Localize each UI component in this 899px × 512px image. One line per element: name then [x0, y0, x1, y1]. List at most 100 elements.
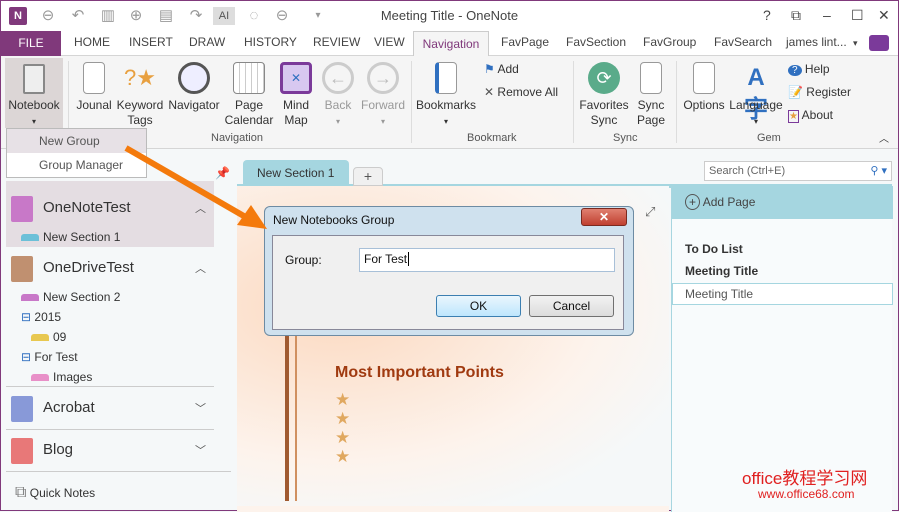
- tab-favpage[interactable]: FavPage: [501, 35, 549, 49]
- tab-draw[interactable]: DRAW: [189, 35, 225, 49]
- tab-favsearch[interactable]: FavSearch: [714, 35, 772, 49]
- group-label-navigation: Navigation: [211, 132, 263, 144]
- close-button[interactable]: ✕: [878, 7, 890, 24]
- chevron-up-icon[interactable]: ︿: [195, 260, 206, 276]
- keyword-tags-button[interactable]: ?★ Keyword Tags: [115, 62, 165, 128]
- help-gem-button[interactable]: ? Help: [788, 62, 830, 76]
- group-label-gem: Gem: [757, 132, 781, 144]
- tab-history[interactable]: HISTORY: [244, 35, 297, 49]
- notebook-label: Blog: [43, 441, 74, 458]
- page-calendar-button[interactable]: Page Calendar: [223, 62, 275, 128]
- remove-all-button[interactable]: ✕ Remove All: [484, 85, 558, 99]
- section-tab-new-section-1[interactable]: New Section 1: [243, 160, 349, 186]
- menu-item-new-group[interactable]: New Group: [7, 129, 146, 153]
- section-new-section-2[interactable]: New Section 2: [21, 290, 120, 304]
- mind-map-button[interactable]: ✕ Mind Map: [277, 62, 315, 128]
- section-label: Images: [53, 370, 93, 384]
- cancel-button[interactable]: Cancel: [529, 295, 614, 317]
- plus-icon: +: [685, 194, 701, 210]
- help-button[interactable]: ?: [763, 7, 771, 23]
- minimize-button[interactable]: –: [823, 7, 831, 23]
- sync-page-label-2: Page: [636, 113, 666, 127]
- notebook-blog[interactable]: Blog ﹀: [6, 430, 214, 470]
- section-label: New Section 2: [43, 290, 121, 304]
- expand-icon[interactable]: ⤢: [645, 204, 655, 220]
- chevron-down-icon[interactable]: ﹀: [195, 442, 206, 458]
- user-account[interactable]: james lint...: [786, 35, 847, 49]
- language-button[interactable]: A字 Language ▾: [729, 62, 783, 129]
- tab-favgroup[interactable]: FavGroup: [643, 35, 696, 49]
- calendar-icon: [233, 62, 265, 94]
- notebook-acrobat[interactable]: Acrobat ﹀: [6, 388, 214, 428]
- notebook-label: Acrobat: [43, 399, 95, 416]
- mind-map-icon: ✕: [280, 62, 312, 94]
- chevron-down-icon[interactable]: ▾: [853, 38, 858, 49]
- notebook-label: Notebook: [8, 98, 60, 112]
- maximize-button[interactable]: ☐: [851, 7, 864, 24]
- collapse-ribbon-icon[interactable]: ︿: [879, 130, 889, 145]
- options-button[interactable]: Options: [681, 62, 727, 113]
- forward-button[interactable]: → Forward ▾: [359, 62, 407, 129]
- star-icon: ★: [335, 428, 351, 447]
- star-icon: ★: [335, 390, 351, 409]
- arrow-left-icon: ←: [322, 62, 354, 94]
- quick-notes-label: Quick Notes: [29, 486, 96, 500]
- notebook-label: OneDriveTest: [43, 259, 134, 276]
- page-heading[interactable]: Most Important Points: [335, 364, 504, 382]
- page-list-pane: + Add Page To Do List Meeting Title Meet…: [671, 186, 893, 512]
- notebook-onenotetest[interactable]: OneNoteTest ︿: [6, 188, 214, 228]
- menu-item-group-manager[interactable]: Group Manager: [7, 153, 146, 177]
- ok-button[interactable]: OK: [436, 295, 521, 317]
- add-bookmark-button[interactable]: ⚑ Add: [484, 62, 519, 76]
- map-label: Map: [284, 113, 308, 127]
- tab-review[interactable]: REVIEW: [313, 35, 360, 49]
- sync-icon: ⟳: [588, 62, 620, 94]
- language-label: Language: [729, 98, 783, 112]
- register-button[interactable]: 📝 Register: [788, 85, 851, 99]
- back-button[interactable]: ← Back ▾: [319, 62, 357, 129]
- gem-logo-icon: [869, 35, 889, 51]
- add-section-button[interactable]: +: [353, 167, 383, 186]
- chevron-down-icon[interactable]: ﹀: [195, 400, 206, 416]
- page-item-to-do-list[interactable]: To Do List: [685, 242, 743, 256]
- bookmarks-button[interactable]: Bookmarks ▾: [415, 62, 477, 129]
- add-page-button[interactable]: + Add Page: [685, 194, 755, 210]
- page-item-meeting-title[interactable]: Meeting Title: [685, 264, 758, 278]
- dialog-close-button[interactable]: ✕: [581, 208, 627, 226]
- notebook-sidebar: 📌 OneNoteTest ︿ New Section 1 OneDriveTes…: [1, 161, 231, 512]
- favorites-sync-button[interactable]: ⟳ Favorites Sync: [577, 62, 631, 128]
- bookmark-icon: [435, 62, 457, 94]
- sync-page-button[interactable]: Sync Page: [633, 62, 669, 128]
- section-group-2015[interactable]: ⊟ 2015: [21, 310, 61, 324]
- options-icon: [693, 62, 715, 94]
- title-bar: N ⊖ ↶ ▥ ⊕ ▤ ↷ AI ◌ ⊖ ▾ Meeting Title - O…: [1, 1, 898, 31]
- tab-insert[interactable]: INSERT: [129, 35, 173, 49]
- about-button[interactable]: ★ About: [788, 108, 833, 123]
- restore-ribbon-button[interactable]: ⧉: [791, 7, 801, 24]
- chevron-up-icon[interactable]: ︿: [195, 200, 206, 216]
- journal-button[interactable]: Jounal: [73, 62, 115, 113]
- tab-home[interactable]: HOME: [74, 35, 110, 49]
- search-icon[interactable]: ⚲ ▾: [870, 164, 887, 177]
- pin-icon[interactable]: 📌: [215, 166, 230, 180]
- tab-navigation[interactable]: Navigation: [413, 31, 489, 57]
- section-label: 09: [53, 330, 67, 344]
- tab-view[interactable]: VIEW: [374, 35, 405, 49]
- quick-notes-icon: ⧉: [15, 484, 27, 501]
- section-group-for-test[interactable]: ⊟ For Test: [21, 350, 78, 364]
- tab-file[interactable]: FILE: [1, 31, 61, 56]
- navigator-button[interactable]: Navigator: [167, 62, 221, 113]
- group-name-input[interactable]: For Test: [359, 248, 615, 272]
- watermark-line2: www.office68.com: [758, 487, 855, 501]
- notebook-onedrivetest[interactable]: OneDriveTest ︿: [6, 248, 214, 288]
- section-09[interactable]: 09: [31, 330, 66, 344]
- notebook-button[interactable]: Notebook ▾: [5, 58, 63, 128]
- tab-favsection[interactable]: FavSection: [566, 35, 626, 49]
- page-item-meeting-title-selected[interactable]: Meeting Title: [672, 283, 893, 305]
- notebook-menu: New Group Group Manager: [6, 128, 147, 178]
- section-new-section-1[interactable]: New Section 1: [21, 230, 120, 244]
- section-images[interactable]: Images: [31, 370, 92, 384]
- search-input[interactable]: Search (Ctrl+E) ⚲ ▾: [704, 161, 892, 181]
- notebook-icon: [11, 196, 33, 222]
- quick-notes[interactable]: ⧉ Quick Notes: [15, 484, 95, 502]
